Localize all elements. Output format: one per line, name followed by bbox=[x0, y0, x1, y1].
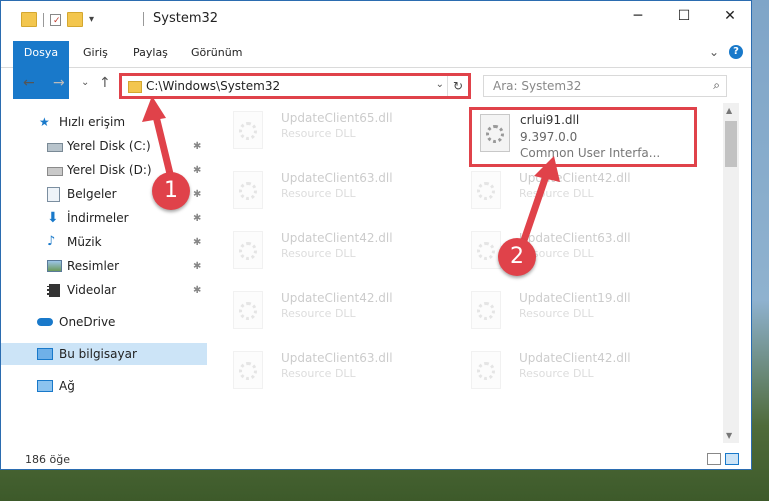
annotation-arrows bbox=[142, 96, 560, 256]
arrow-to-address-bar bbox=[142, 96, 176, 186]
arrow-to-selected-file bbox=[516, 156, 560, 256]
step-badge-1: 1 bbox=[152, 172, 190, 210]
step-badge-2: 2 bbox=[498, 238, 536, 276]
